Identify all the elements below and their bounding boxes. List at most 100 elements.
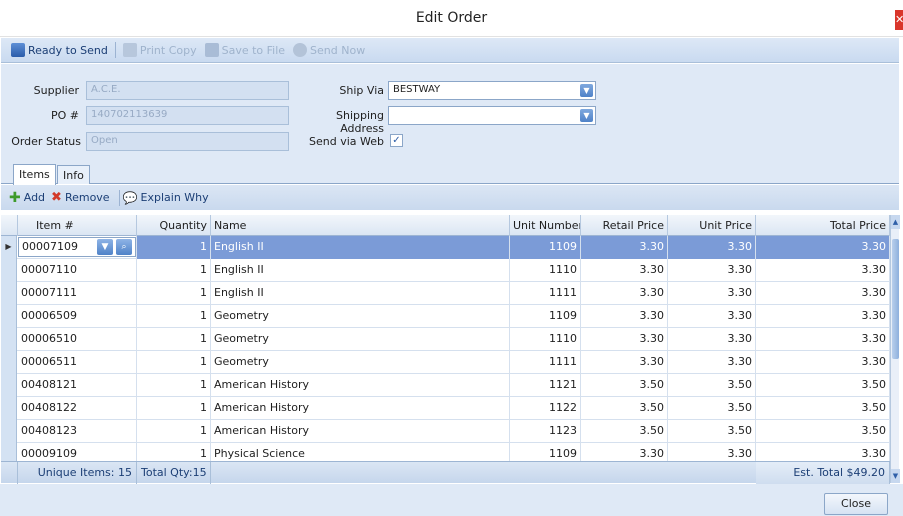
cell-item[interactable]: 00007111 xyxy=(18,282,137,305)
cell-quantity[interactable]: 1 xyxy=(137,236,211,259)
cell-total-price[interactable]: 3.30 xyxy=(756,351,890,374)
cell-retail-price[interactable]: 3.30 xyxy=(581,351,668,374)
cell-item[interactable]: 00009109 xyxy=(18,443,137,462)
table-row[interactable]: 00009109 1 Physical Science 1109 3.30 3.30 3.3… xyxy=(1,443,890,462)
col-header-item[interactable]: Item # xyxy=(18,215,137,236)
cell-unit-price[interactable]: 3.30 xyxy=(668,236,756,259)
cell-unit-number[interactable]: 1109 xyxy=(510,305,581,328)
cell-unit-number[interactable]: 1123 xyxy=(510,420,581,443)
col-header-retail-price[interactable]: Retail Price xyxy=(581,215,668,236)
cell-retail-price[interactable]: 3.30 xyxy=(581,236,668,259)
cell-unit-number[interactable]: 1111 xyxy=(510,351,581,374)
cell-name[interactable]: English II xyxy=(211,236,510,259)
cell-retail-price[interactable]: 3.30 xyxy=(581,282,668,305)
cell-name[interactable]: Geometry xyxy=(211,305,510,328)
cell-total-price[interactable]: 3.30 xyxy=(756,443,890,462)
cell-name[interactable]: English II xyxy=(211,282,510,305)
scrollbar-thumb[interactable] xyxy=(892,239,899,359)
cell-retail-price[interactable]: 3.30 xyxy=(581,259,668,282)
cell-quantity[interactable]: 1 xyxy=(137,374,211,397)
cell-unit-price[interactable]: 3.30 xyxy=(668,282,756,305)
chevron-down-icon[interactable]: ▼ xyxy=(97,239,113,255)
table-row[interactable]: 00007110 1 English II 1110 3.30 3.30 3.30 xyxy=(1,259,890,282)
window-close-button[interactable]: ✕ xyxy=(895,10,903,30)
cell-quantity[interactable]: 1 xyxy=(137,328,211,351)
tab-items[interactable]: Items xyxy=(13,164,56,185)
send-via-web-checkbox[interactable]: ✓ xyxy=(390,134,403,147)
tab-info[interactable]: Info xyxy=(57,165,90,184)
cell-retail-price[interactable]: 3.30 xyxy=(581,305,668,328)
ready-to-send-button[interactable]: Ready to Send xyxy=(7,39,112,61)
cell-quantity[interactable]: 1 xyxy=(137,443,211,462)
cell-name[interactable]: Geometry xyxy=(211,351,510,374)
row-header[interactable] xyxy=(1,443,17,462)
cell-name[interactable]: American History xyxy=(211,420,510,443)
cell-unit-number[interactable]: 1121 xyxy=(510,374,581,397)
cell-item[interactable]: 00408121 xyxy=(18,374,137,397)
cell-quantity[interactable]: 1 xyxy=(137,397,211,420)
cell-unit-price[interactable]: 3.30 xyxy=(668,443,756,462)
cell-unit-price[interactable]: 3.30 xyxy=(668,305,756,328)
cell-total-price[interactable]: 3.30 xyxy=(756,305,890,328)
cell-name[interactable]: American History xyxy=(211,374,510,397)
cell-quantity[interactable]: 1 xyxy=(137,351,211,374)
search-icon[interactable]: ⌕ xyxy=(116,239,132,255)
table-row[interactable]: ▶000071091English II11093.303.303.300000… xyxy=(1,236,890,259)
cell-total-price[interactable]: 3.30 xyxy=(756,282,890,305)
table-row[interactable]: 00408121 1 American History 1121 3.50 3.50 3.5… xyxy=(1,374,890,397)
cell-unit-price[interactable]: 3.50 xyxy=(668,397,756,420)
cell-unit-number[interactable]: 1109 xyxy=(510,443,581,462)
remove-button[interactable]: ✖ Remove xyxy=(51,190,110,205)
cell-retail-price[interactable]: 3.30 xyxy=(581,328,668,351)
ship-via-select[interactable]: BESTWAY ▼ xyxy=(388,81,596,100)
shipping-address-select[interactable]: ▼ xyxy=(388,106,596,125)
row-header[interactable] xyxy=(1,420,17,443)
cell-unit-price[interactable]: 3.30 xyxy=(668,259,756,282)
table-row[interactable]: 00007111 1 English II 1111 3.30 3.30 3.30 xyxy=(1,282,890,305)
row-header[interactable] xyxy=(1,282,17,305)
cell-unit-number[interactable]: 1109 xyxy=(510,236,581,259)
table-row[interactable]: 00006510 1 Geometry 1110 3.30 3.30 3.30 xyxy=(1,328,890,351)
cell-total-price[interactable]: 3.50 xyxy=(756,420,890,443)
chevron-down-icon[interactable]: ▼ xyxy=(580,109,593,122)
table-row[interactable]: 00408123 1 American History 1123 3.50 3.50 3.5… xyxy=(1,420,890,443)
cell-unit-price[interactable]: 3.50 xyxy=(668,374,756,397)
row-header[interactable] xyxy=(1,374,17,397)
chevron-down-icon[interactable]: ▼ xyxy=(580,84,593,97)
cell-name[interactable]: English II xyxy=(211,259,510,282)
row-header[interactable] xyxy=(1,305,17,328)
table-row[interactable]: 00006509 1 Geometry 1109 3.30 3.30 3.30 xyxy=(1,305,890,328)
cell-name[interactable]: Physical Science xyxy=(211,443,510,462)
cell-retail-price[interactable]: 3.50 xyxy=(581,374,668,397)
cell-retail-price[interactable]: 3.50 xyxy=(581,420,668,443)
cell-item[interactable]: 00006511 xyxy=(18,351,137,374)
row-header[interactable] xyxy=(1,328,17,351)
order-status-field[interactable]: Open xyxy=(86,132,289,151)
table-row[interactable]: 00408122 1 American History 1122 3.50 3.50 3.5… xyxy=(1,397,890,420)
cell-quantity[interactable]: 1 xyxy=(137,282,211,305)
row-header[interactable] xyxy=(1,351,17,374)
table-row[interactable]: 00006511 1 Geometry 1111 3.30 3.30 3.30 xyxy=(1,351,890,374)
cell-unit-number[interactable]: 1110 xyxy=(510,259,581,282)
cell-name[interactable]: American History xyxy=(211,397,510,420)
grid-vertical-scrollbar[interactable]: ▲ ▼ xyxy=(890,215,900,483)
cell-unit-price[interactable]: 3.50 xyxy=(668,420,756,443)
scroll-up-icon[interactable]: ▲ xyxy=(891,215,900,229)
supplier-field[interactable]: A.C.E. xyxy=(86,81,289,100)
row-header[interactable] xyxy=(1,397,17,420)
save-to-file-button[interactable]: Save to File xyxy=(201,39,289,61)
cell-total-price[interactable]: 3.50 xyxy=(756,374,890,397)
item-number-editor[interactable]: 00007109 ▼ ⌕ xyxy=(18,237,136,257)
cell-name[interactable]: Geometry xyxy=(211,328,510,351)
col-header-unit-price[interactable]: Unit Price xyxy=(668,215,756,236)
cell-unit-number[interactable]: 1110 xyxy=(510,328,581,351)
cell-unit-price[interactable]: 3.30 xyxy=(668,328,756,351)
cell-unit-price[interactable]: 3.30 xyxy=(668,351,756,374)
po-field[interactable]: 140702113639 xyxy=(86,106,289,125)
row-header[interactable] xyxy=(1,259,17,282)
cell-total-price[interactable]: 3.30 xyxy=(756,328,890,351)
cell-total-price[interactable]: 3.30 xyxy=(756,259,890,282)
cell-total-price[interactable]: 3.50 xyxy=(756,397,890,420)
cell-item[interactable]: 00006510 xyxy=(18,328,137,351)
col-header-total-price[interactable]: Total Price xyxy=(756,215,890,236)
